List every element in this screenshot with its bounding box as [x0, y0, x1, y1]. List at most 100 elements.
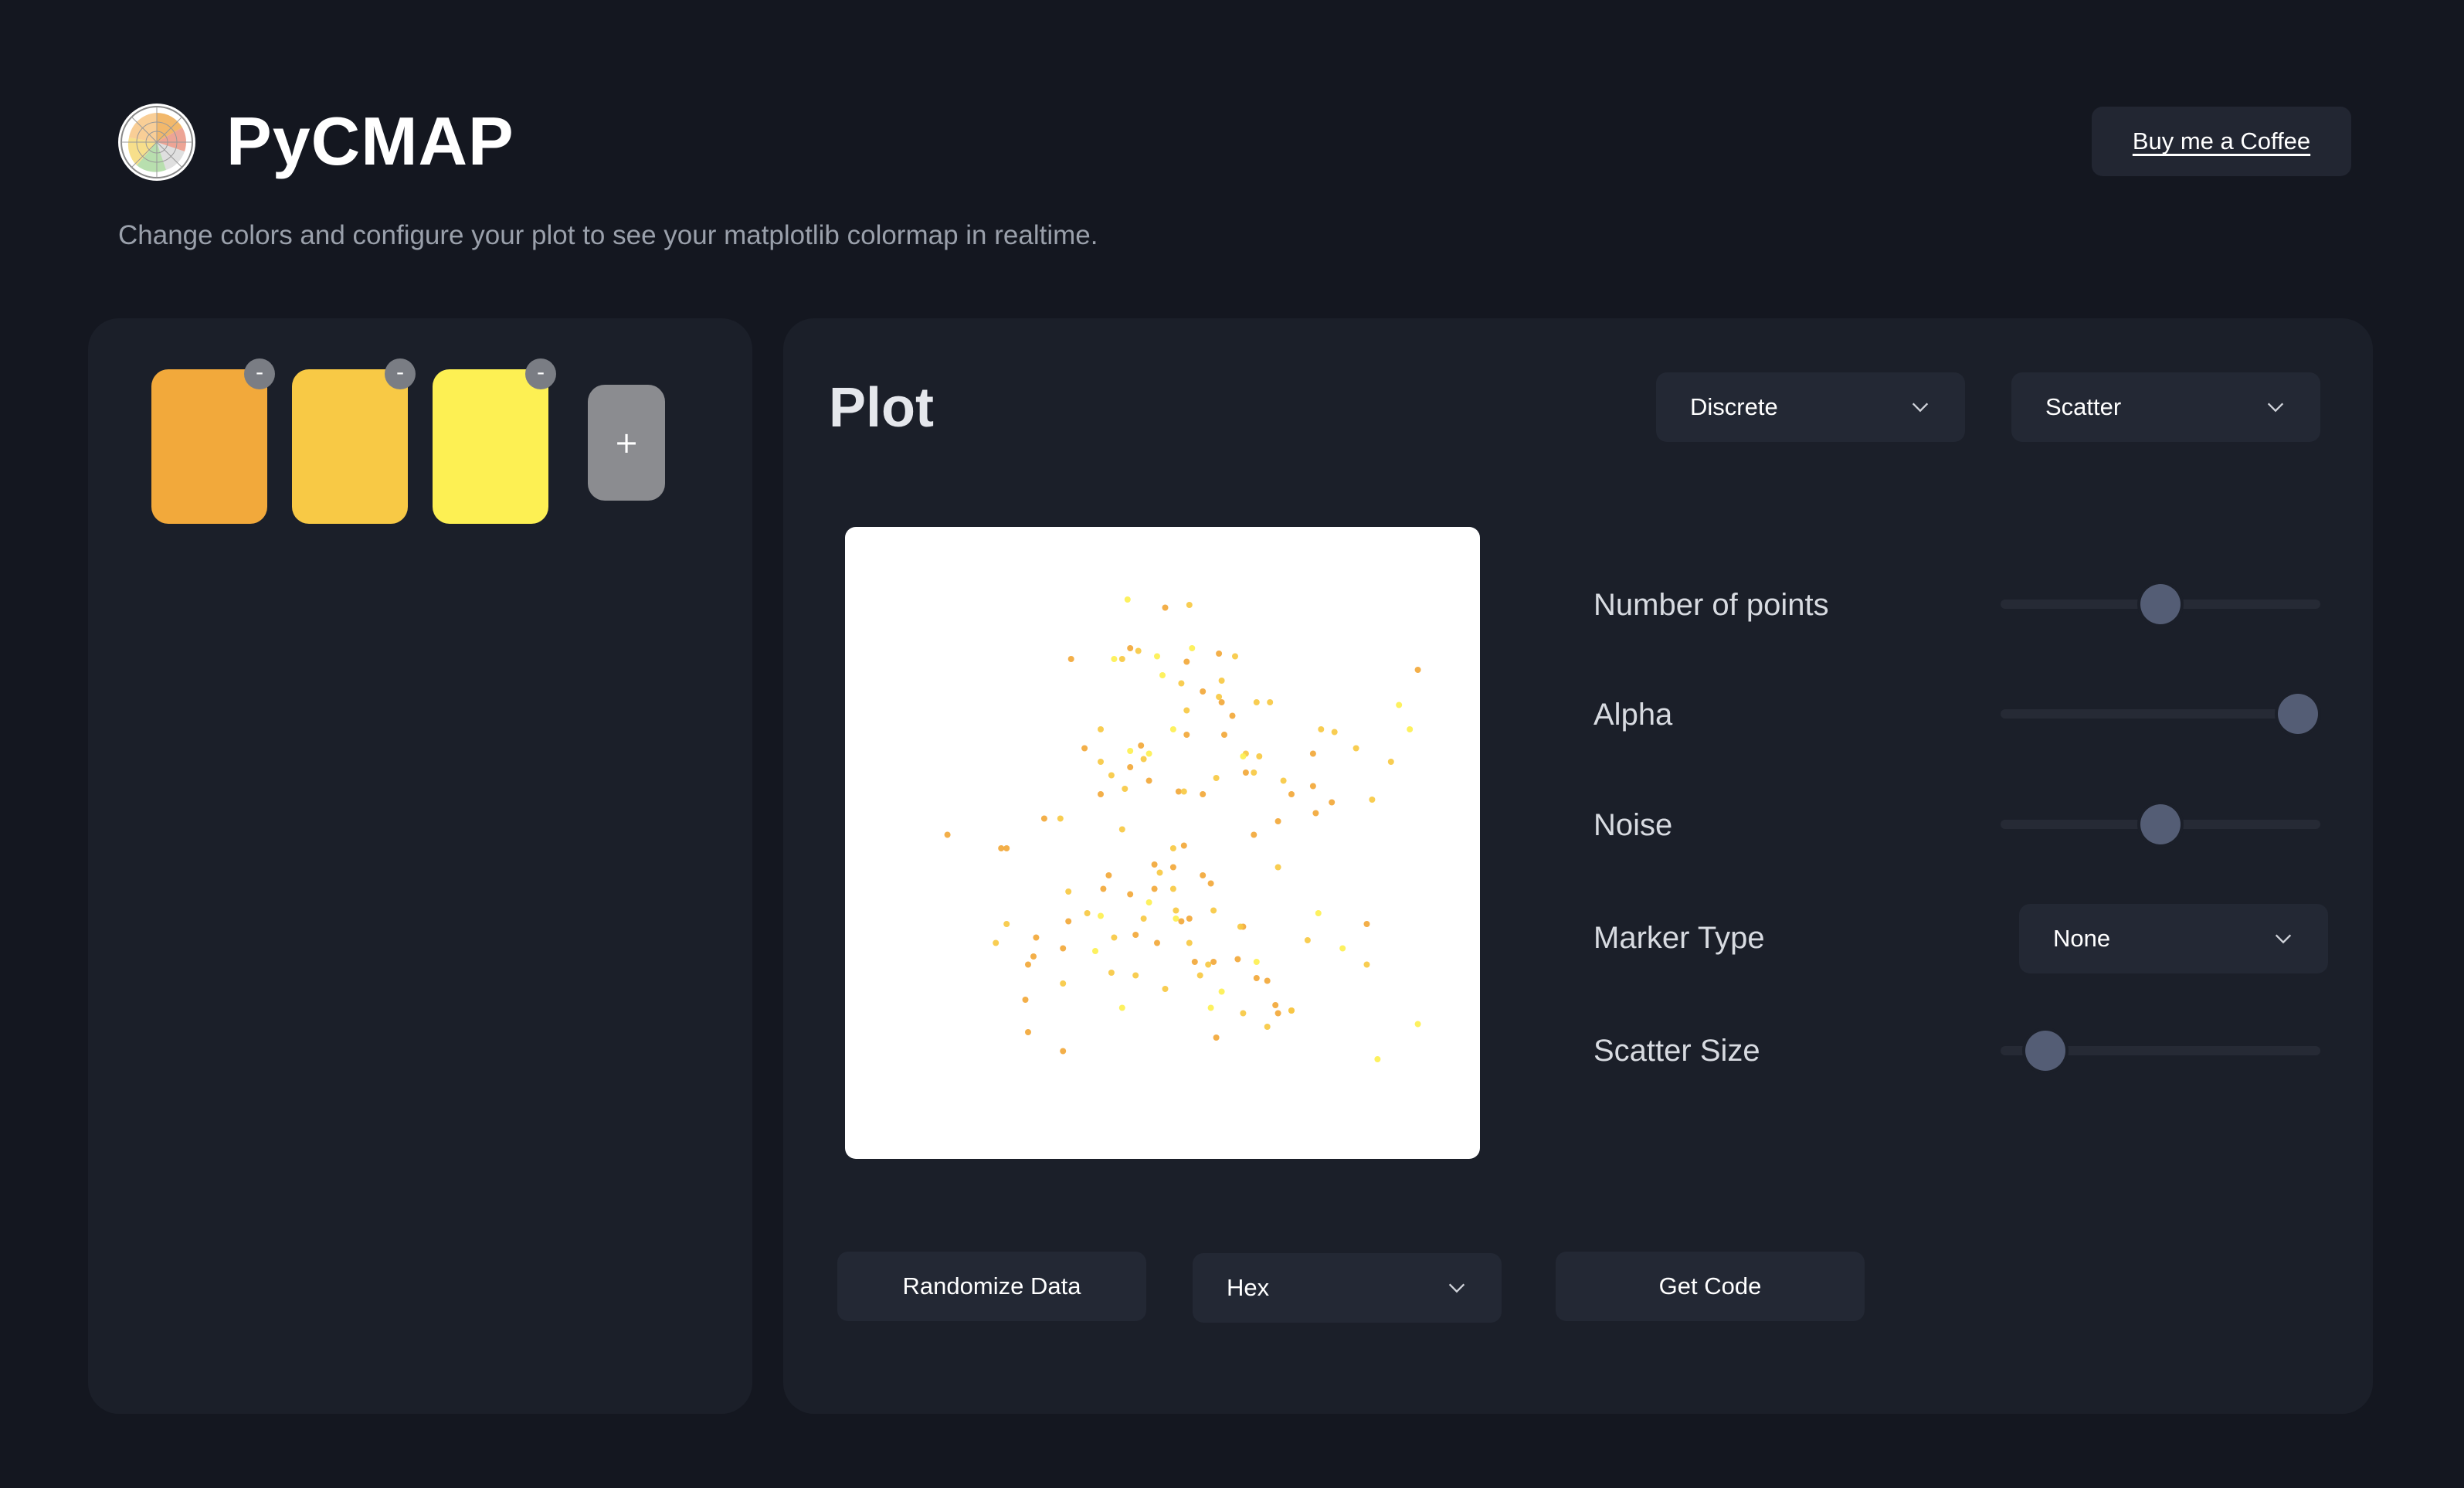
alpha-slider[interactable]	[2001, 694, 2320, 734]
scatter-point	[1363, 961, 1370, 968]
app-subtitle: Change colors and configure your plot to…	[118, 220, 1098, 250]
remove-color-button-1[interactable]: -	[244, 358, 275, 389]
scatter-point	[1213, 775, 1220, 781]
scatter-point	[1132, 972, 1139, 979]
randomize-data-button[interactable]: Randomize Data	[837, 1252, 1146, 1321]
scatter-point	[1288, 1007, 1295, 1014]
color-swatch-1[interactable]: -	[151, 358, 275, 524]
scatter-point	[1022, 997, 1029, 1003]
scatter-point	[944, 831, 951, 838]
polar-chart-logo-icon	[120, 106, 193, 178]
get-code-button[interactable]: Get Code	[1556, 1252, 1865, 1321]
scatter-point	[1173, 916, 1179, 922]
scatter-point	[1124, 596, 1131, 603]
marker-type-select[interactable]: None	[2019, 904, 2328, 973]
scatter-point	[1274, 1010, 1281, 1017]
scatter-point	[1218, 988, 1225, 995]
scatter-point	[1140, 756, 1147, 763]
scatter-point	[1221, 732, 1227, 738]
add-color-button[interactable]: +	[588, 385, 665, 501]
scatter-point	[1040, 815, 1047, 822]
colormap-mode-select[interactable]: Discrete	[1656, 372, 1965, 442]
scatter-point	[1374, 1056, 1381, 1062]
remove-color-button-2[interactable]: -	[385, 358, 416, 389]
scatter-point	[1140, 916, 1147, 922]
color-swatch-2[interactable]: -	[292, 358, 416, 524]
scatter-point	[1200, 791, 1207, 797]
scatter-point	[1162, 604, 1169, 611]
scatter-point	[1407, 726, 1414, 732]
scatter-point	[1251, 769, 1257, 776]
scatter-point	[1108, 772, 1115, 779]
scatter-size-label: Scatter Size	[1593, 1034, 1760, 1068]
scatter-point	[1060, 945, 1067, 952]
scatter-point	[1186, 939, 1193, 946]
scatter-point	[1216, 694, 1223, 700]
scatter-point	[1251, 831, 1257, 838]
scatter-point	[1205, 961, 1212, 968]
app-logo	[118, 104, 195, 181]
scatter-point	[1253, 699, 1260, 705]
scatter-point	[1098, 912, 1104, 919]
scatter-point	[1169, 845, 1176, 851]
scatter-point	[1183, 732, 1190, 738]
scatter-point	[1145, 777, 1152, 784]
remove-color-button-3[interactable]: -	[525, 358, 556, 389]
scatter-point	[1200, 872, 1207, 878]
plot-type-select[interactable]: Scatter	[2011, 372, 2320, 442]
scatter-point	[1067, 656, 1074, 662]
scatter-point	[1135, 647, 1142, 654]
scatter-point	[1030, 953, 1037, 960]
scatter-point	[1274, 818, 1281, 824]
scatter-chart	[944, 596, 1421, 1062]
scatter-point	[1025, 1029, 1031, 1035]
scatter-point	[1183, 658, 1190, 665]
scatter-point	[1196, 972, 1203, 979]
noise-slider[interactable]	[2001, 804, 2320, 844]
plot-heading: Plot	[829, 377, 934, 439]
scatter-point	[1240, 753, 1247, 759]
scatter-point	[1178, 918, 1185, 925]
scatter-point	[1127, 748, 1134, 754]
slider-thumb[interactable]	[2024, 1031, 2065, 1071]
scatter-point	[1154, 939, 1160, 946]
scatter-point	[1186, 916, 1193, 922]
scatter-point	[1352, 745, 1359, 752]
number-of-points-label: Number of points	[1593, 588, 1829, 622]
scatter-point	[1003, 921, 1010, 927]
scatter-point	[1173, 907, 1179, 914]
scatter-point	[1218, 699, 1225, 705]
scatter-point	[1060, 1048, 1067, 1055]
scatter-point	[1414, 1021, 1421, 1028]
scatter-point	[1162, 986, 1169, 992]
scatter-point	[1081, 745, 1088, 752]
scatter-point	[1003, 845, 1010, 851]
scatter-point	[1065, 888, 1072, 895]
slider-thumb[interactable]	[2140, 584, 2181, 624]
scatter-point	[1183, 707, 1190, 714]
scatter-point	[1138, 742, 1145, 749]
scatter-point	[1264, 977, 1271, 984]
scatter-size-slider[interactable]	[2001, 1031, 2320, 1071]
scatter-point	[1169, 864, 1176, 871]
scatter-point	[1084, 910, 1091, 916]
buy-coffee-link[interactable]: Buy me a Coffee	[2092, 107, 2351, 176]
color-format-select[interactable]: Hex	[1193, 1253, 1502, 1323]
scatter-point	[1169, 885, 1176, 892]
slider-thumb[interactable]	[2278, 694, 2319, 734]
alpha-label: Alpha	[1593, 698, 1673, 732]
scatter-point	[1318, 726, 1325, 732]
slider-thumb[interactable]	[2140, 804, 2181, 844]
scatter-point	[1145, 750, 1152, 757]
color-swatch-3[interactable]: -	[433, 358, 556, 524]
scatter-point	[998, 845, 1005, 851]
scatter-point	[1207, 880, 1214, 887]
scatter-point	[1151, 861, 1158, 868]
marker-type-value: None	[2053, 925, 2111, 952]
scatter-point	[1414, 667, 1421, 673]
scatter-point	[1329, 799, 1336, 806]
scatter-point	[1100, 885, 1107, 892]
scatter-point	[1369, 797, 1376, 803]
scatter-point	[1253, 959, 1260, 965]
number-of-points-slider[interactable]	[2001, 584, 2320, 624]
